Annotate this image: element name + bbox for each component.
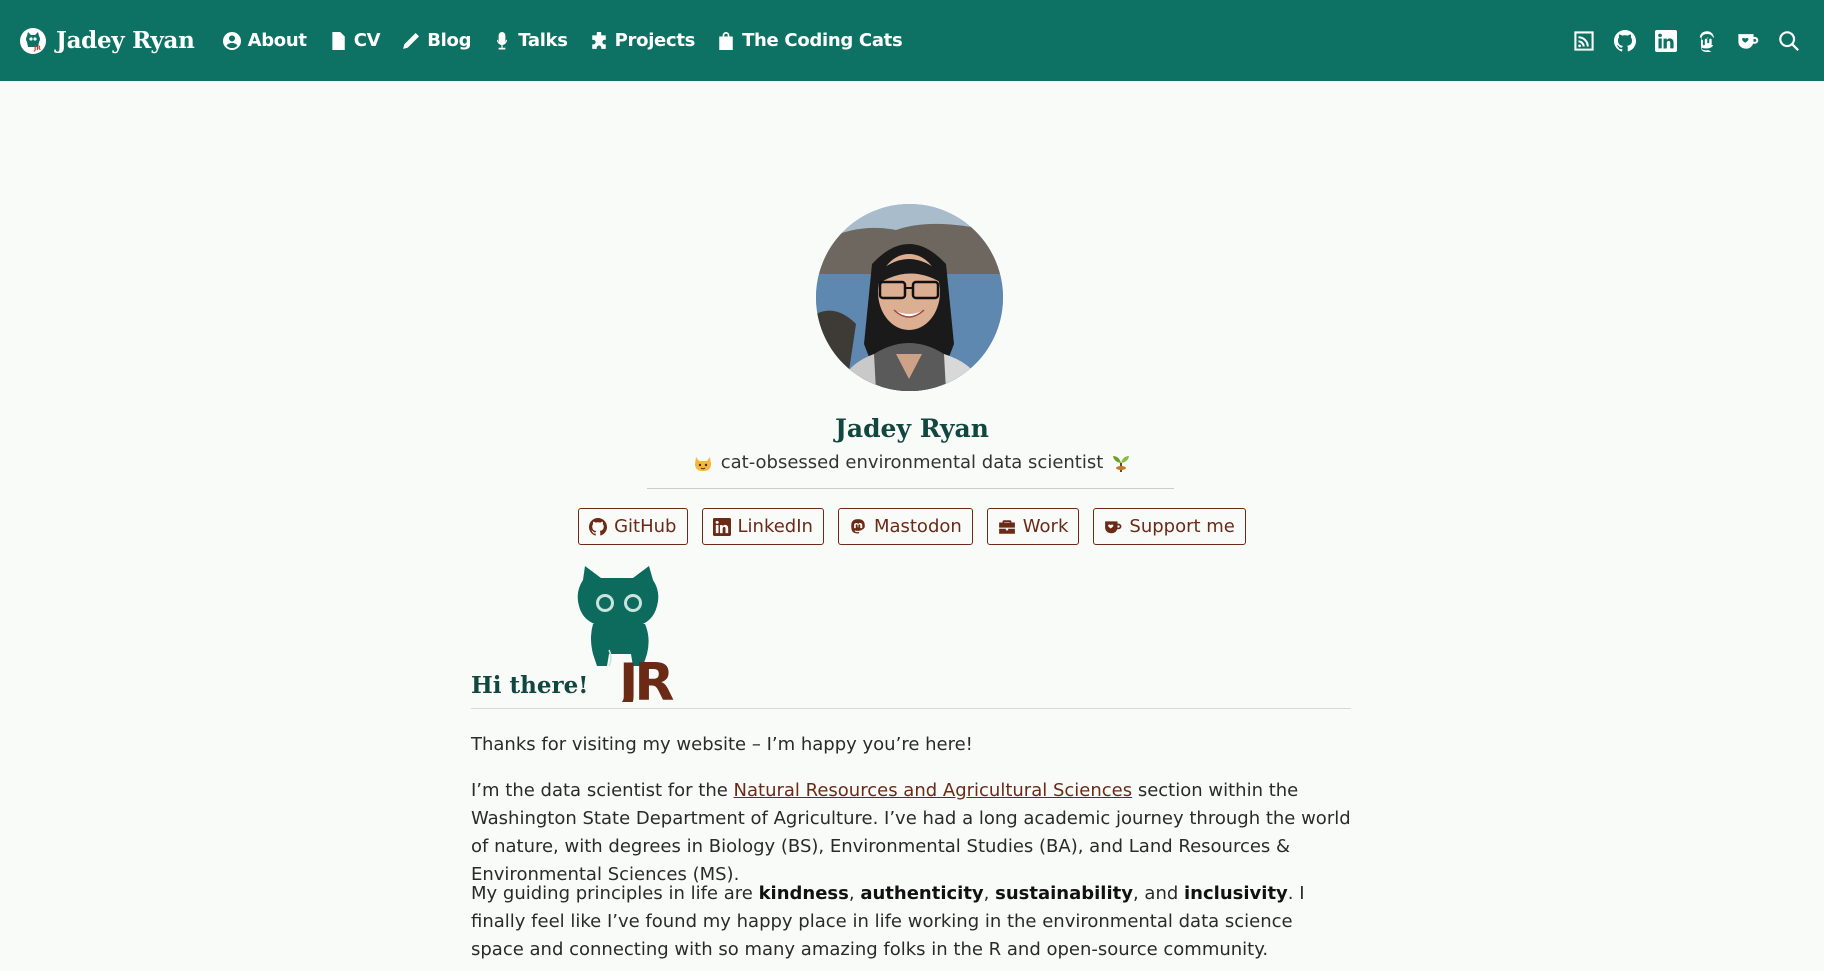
github-button-label: GitHub <box>614 516 677 537</box>
cat-logo-icon: JR <box>20 27 46 54</box>
brand-title: Jadey Ryan <box>56 27 195 54</box>
work-paragraph-text: I’m the data scientist for the <box>471 780 734 801</box>
person-circle-icon <box>222 31 241 50</box>
nras-link[interactable]: Natural Resources and Agricultural Scien… <box>734 780 1133 801</box>
separator-text: , <box>848 883 861 904</box>
linkedin-button-label: LinkedIn <box>737 516 813 537</box>
work-button[interactable]: Work <box>986 508 1080 545</box>
brand-home-link[interactable]: JR Jadey Ryan <box>20 27 195 54</box>
principles-paragraph: My guiding principles in life are kindne… <box>471 880 1351 964</box>
tagline-text: cat-obsessed environmental data scientis… <box>720 452 1104 473</box>
separator-text: , <box>983 883 996 904</box>
profile-divider <box>647 488 1174 489</box>
puzzle-icon <box>591 31 606 49</box>
rss-icon[interactable] <box>1573 30 1595 52</box>
svg-text:JR: JR <box>616 653 673 702</box>
support-me-button-label: Support me <box>1129 516 1235 537</box>
principles-text: My guiding principles in life are <box>471 883 759 904</box>
linkedin-button[interactable]: LinkedIn <box>701 508 824 545</box>
bag-icon <box>719 31 733 50</box>
heading-divider <box>471 708 1351 709</box>
cat-face-emoji-icon <box>693 453 713 473</box>
mastodon-button-label: Mastodon <box>873 516 962 537</box>
main-content: Hi there! JR Thanks for visiting my webs… <box>471 560 1351 960</box>
support-me-button[interactable]: Support me <box>1093 508 1246 545</box>
authenticity-text: authenticity <box>860 883 984 904</box>
intro-paragraph: Thanks for visiting my website – I’m hap… <box>471 734 973 755</box>
file-text-icon <box>332 31 345 50</box>
seedling-emoji-icon <box>1111 453 1131 473</box>
navbar: JR Jadey Ryan About CV Blog Talks Projec… <box>0 0 1824 81</box>
sustainability-text: sustainability <box>995 883 1133 904</box>
separator-text: , and <box>1132 883 1185 904</box>
profile-name: Jadey Ryan <box>835 414 989 443</box>
work-button-label: Work <box>1022 516 1069 537</box>
nav-link-about[interactable]: About <box>222 30 307 51</box>
github-icon[interactable] <box>1614 29 1636 52</box>
nav-link-label: Blog <box>427 30 472 51</box>
kindness-text: kindness <box>758 883 849 904</box>
nav-link-label: CV <box>353 30 381 51</box>
linkedin-icon <box>712 517 731 536</box>
jr-cat-logo-icon: JR <box>577 566 677 702</box>
nav-link-projects[interactable]: Projects <box>590 30 695 51</box>
svg-text:JR: JR <box>33 45 41 52</box>
nav-link-label: The Coding Cats <box>742 30 903 51</box>
profile-tagline: cat-obsessed environmental data scientis… <box>0 452 1824 473</box>
briefcase-icon <box>998 519 1015 534</box>
mastodon-icon <box>851 518 865 533</box>
work-paragraph: I’m the data scientist for the Natural R… <box>471 777 1351 889</box>
github-icon <box>589 517 608 536</box>
github-button[interactable]: GitHub <box>578 508 688 545</box>
linkedin-icon[interactable] <box>1655 29 1677 52</box>
kofi-cup-icon[interactable] <box>1737 30 1759 52</box>
kofi-cup-icon <box>1105 520 1122 533</box>
search-icon[interactable] <box>1778 30 1800 52</box>
nav-link-cv[interactable]: CV <box>329 30 381 51</box>
profile-links: GitHub LinkedIn Mastodon Work Support me <box>0 508 1824 545</box>
microphone-icon <box>497 31 508 49</box>
nav-link-label: About <box>247 30 307 51</box>
pencil-icon <box>403 32 420 49</box>
inclusivity-text: inclusivity <box>1184 883 1288 904</box>
mastodon-button[interactable]: Mastodon <box>837 508 973 545</box>
nav-link-blog[interactable]: Blog <box>402 30 471 51</box>
nav-link-talks[interactable]: Talks <box>493 30 568 51</box>
nav-link-label: Projects <box>614 30 696 51</box>
profile-photo <box>816 204 1003 391</box>
nav-link-coding-cats[interactable]: The Coding Cats <box>717 30 903 51</box>
nav-link-label: Talks <box>518 30 568 51</box>
mastodon-icon[interactable] <box>1696 30 1718 52</box>
